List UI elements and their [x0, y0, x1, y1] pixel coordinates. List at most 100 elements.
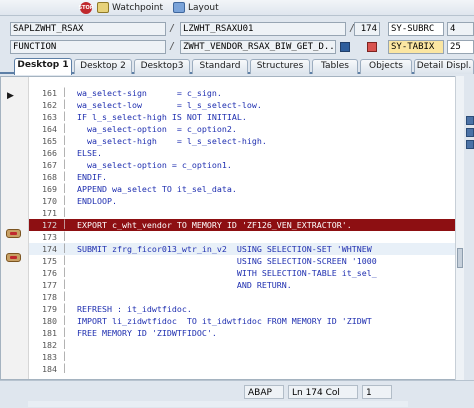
- code-text: IF l_s_select-high IS NOT INITIAL.: [77, 112, 247, 122]
- fold-marker-icon: │: [62, 148, 67, 157]
- code-text: wa_select-high = l_s_select-high.: [77, 136, 267, 146]
- tab-objects[interactable]: Objects: [360, 59, 412, 74]
- fold-marker-icon: │: [62, 160, 67, 169]
- line-number: 166: [42, 148, 57, 158]
- tab-desktop-3[interactable]: Desktop3: [134, 59, 190, 74]
- code-text: wa_select-option = c_option2.: [77, 124, 237, 134]
- fold-marker-icon: │: [62, 244, 67, 253]
- code-line[interactable]: 164 │ wa_select-option = c_option2.: [29, 123, 461, 135]
- code-line[interactable]: 180 │ IMPORT li_zidwtfidoc TO it_idwtfidoc…: [29, 315, 461, 327]
- horizontal-scrollbar[interactable]: [28, 401, 408, 407]
- fold-marker-icon: │: [62, 340, 67, 349]
- variable-value-field-1[interactable]: 4: [447, 22, 474, 36]
- code-text: FREE MEMORY ID 'ZIDWTFIDOC'.: [77, 328, 217, 338]
- change-value-icon[interactable]: [367, 42, 377, 52]
- line-number: 180: [42, 316, 57, 326]
- include-field[interactable]: LZWHT_RSAXU01: [180, 22, 346, 36]
- code-line[interactable]: 184 │: [29, 363, 461, 375]
- scrollbar-thumb[interactable]: [457, 248, 463, 268]
- code-text: ENDLOOP.: [77, 196, 117, 206]
- desktop-tabs: Desktop 1 Desktop 2 Desktop3 Standard St…: [0, 58, 474, 75]
- line-number: 170: [42, 196, 57, 206]
- tab-desktop-1[interactable]: Desktop 1: [14, 58, 72, 75]
- variable-name-field-2[interactable]: SY-TABIX: [388, 40, 444, 54]
- layout-button[interactable]: Layout: [173, 1, 219, 14]
- code-line[interactable]: 174 │ SUBMIT zfrg_ficor013_wtr_in_v2 USING…: [29, 243, 461, 255]
- variable-name-field-1[interactable]: SY-SUBRC: [388, 22, 444, 36]
- stop-icon: STOP: [79, 1, 93, 14]
- code-line[interactable]: 162 │ wa_select-low = l_s_select-low.: [29, 99, 461, 111]
- code-line[interactable]: 168 │ ENDIF.: [29, 171, 461, 183]
- code-line[interactable]: 179 │ REFRESH : it_idwtfidoc.: [29, 303, 461, 315]
- code-text: REFRESH : it_idwtfidoc.: [77, 304, 192, 314]
- code-text: APPEND wa_select TO it_sel_data.: [77, 184, 237, 194]
- code-line[interactable]: 173 │: [29, 231, 461, 243]
- breakpoint-icon[interactable]: [6, 253, 21, 262]
- code-text: wa_select-low = l_s_select-low.: [77, 100, 262, 110]
- side-tool-icon[interactable]: [466, 116, 474, 125]
- status-bar: ABAP Ln 174 Col 1: [0, 380, 474, 408]
- line-number: 171: [42, 208, 57, 218]
- fold-marker-icon: │: [62, 292, 67, 301]
- event-field[interactable]: ZWHT_VENDOR_RSAX_BIW_GET_D...: [180, 40, 336, 54]
- fold-marker-icon: │: [62, 100, 67, 109]
- line-number-field[interactable]: 174: [354, 22, 380, 36]
- code-line[interactable]: 163 │ IF l_s_select-high IS NOT INITIAL.: [29, 111, 461, 123]
- line-number: 174: [42, 244, 57, 254]
- language-indicator: ABAP: [244, 385, 284, 399]
- fold-marker-icon: │: [62, 352, 67, 361]
- variable-value-field-2[interactable]: 25: [447, 40, 474, 54]
- side-tool-icon[interactable]: [466, 128, 474, 137]
- code-line[interactable]: 165 │ wa_select-high = l_s_select-high.: [29, 135, 461, 147]
- line-number: 179: [42, 304, 57, 314]
- fold-marker-icon: │: [62, 364, 67, 373]
- code-line[interactable]: 182 │: [29, 339, 461, 351]
- code-line[interactable]: 166 │ ELSE.: [29, 147, 461, 159]
- line-number: 178: [42, 292, 57, 302]
- code-text: wa_select-option = c_option1.: [77, 160, 232, 170]
- scroll-up-arrow-icon[interactable]: ▶: [7, 91, 14, 101]
- tab-tables[interactable]: Tables: [312, 59, 358, 74]
- code-line[interactable]: 169 │ APPEND wa_select TO it_sel_data.: [29, 183, 461, 195]
- code-line[interactable]: 176 │ WITH SELECTION-TABLE it_sel_: [29, 267, 461, 279]
- fold-marker-icon: │: [62, 172, 67, 181]
- fold-marker-icon: │: [62, 124, 67, 133]
- line-number: 183: [42, 352, 57, 362]
- cursor-position: Ln 174 Col: [288, 385, 358, 399]
- fold-marker-icon: │: [62, 256, 67, 265]
- code-line[interactable]: 183 │: [29, 351, 461, 363]
- fold-marker-icon: │: [62, 232, 67, 241]
- kind-field[interactable]: FUNCTION: [10, 40, 166, 54]
- program-field[interactable]: SAPLZWHT_RSAX: [10, 22, 166, 36]
- tab-detail-display[interactable]: Detail Displ.: [414, 59, 474, 74]
- code-line[interactable]: 175 │ USING SELECTION-SCREEN '1000: [29, 255, 461, 267]
- breakpoint-gutter[interactable]: [1, 77, 29, 379]
- code-text: SUBMIT zfrg_ficor013_wtr_in_v2 USING SEL…: [77, 244, 372, 254]
- code-line[interactable]: 171 │: [29, 207, 461, 219]
- fold-marker-icon: │: [62, 304, 67, 313]
- code-text: wa_select-sign = c_sign.: [77, 88, 222, 98]
- watchpoint-button[interactable]: Watchpoint: [97, 1, 163, 14]
- code-line[interactable]: 177 │ AND RETURN.: [29, 279, 461, 291]
- fold-marker-icon: │: [62, 88, 67, 97]
- code-line[interactable]: 167 │ wa_select-option = c_option1.: [29, 159, 461, 171]
- code-line[interactable]: 161 │ wa_select-sign = c_sign.: [29, 87, 461, 99]
- tab-standard[interactable]: Standard: [192, 59, 248, 74]
- stop-button[interactable]: STOP: [79, 1, 93, 14]
- fold-marker-icon: │: [62, 328, 67, 337]
- line-number: 163: [42, 112, 57, 122]
- tab-desktop-2[interactable]: Desktop 2: [74, 59, 132, 74]
- side-tool-icon[interactable]: [466, 140, 474, 149]
- code-line[interactable]: 172 │ EXPORT c_wht_vendor TO MEMORY ID 'ZF…: [29, 219, 461, 231]
- code-line[interactable]: 178 │: [29, 291, 461, 303]
- layout-label: Layout: [188, 2, 219, 13]
- navigate-icon[interactable]: [340, 42, 350, 52]
- line-number: 176: [42, 268, 57, 278]
- source-code-editor[interactable]: 161 │ wa_select-sign = c_sign. 162 │ wa_selec…: [0, 76, 464, 380]
- tab-structures[interactable]: Structures: [250, 59, 310, 74]
- code-line[interactable]: 170 │ ENDLOOP.: [29, 195, 461, 207]
- line-number: 161: [42, 88, 57, 98]
- vertical-scrollbar[interactable]: [455, 76, 464, 380]
- code-line[interactable]: 181 │ FREE MEMORY ID 'ZIDWTFIDOC'.: [29, 327, 461, 339]
- breakpoint-icon[interactable]: [6, 229, 21, 238]
